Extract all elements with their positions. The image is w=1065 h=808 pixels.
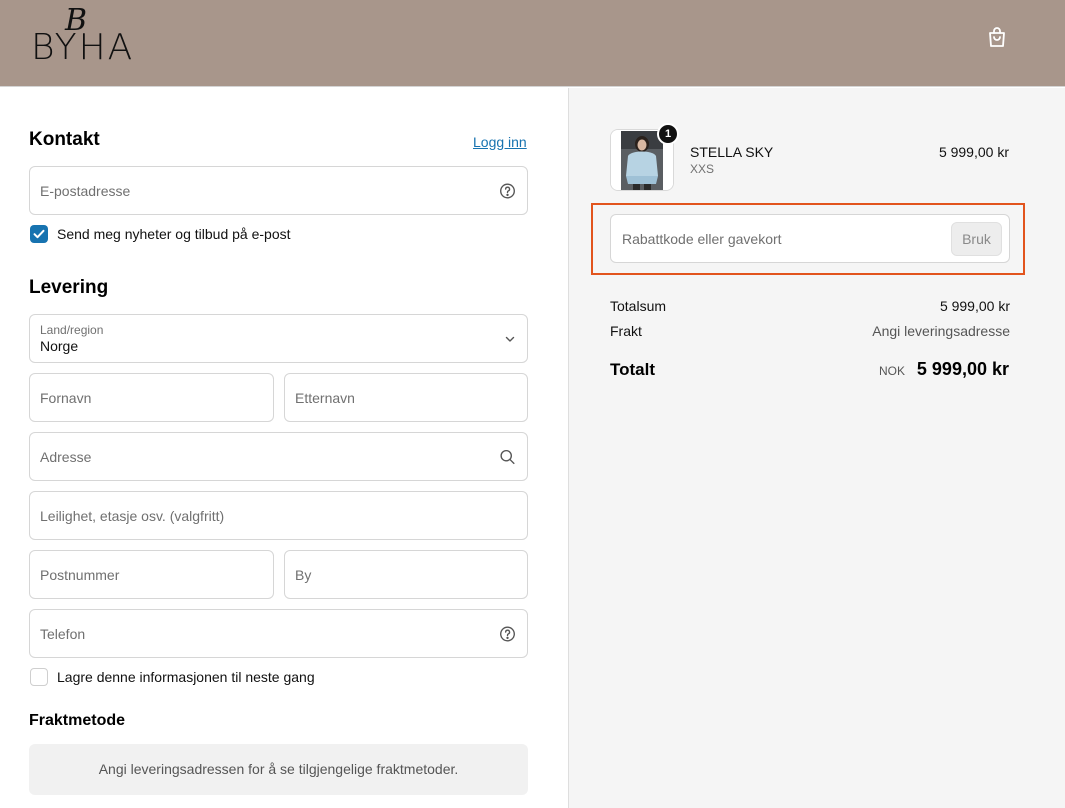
city-field[interactable]: By [284, 550, 528, 599]
address-placeholder: Adresse [40, 448, 92, 465]
total-amount: 5 999,00 kr [916, 359, 1009, 379]
product-name: STELLA SKY [690, 144, 774, 160]
chevron-down-icon [505, 336, 515, 342]
help-icon[interactable] [499, 182, 516, 199]
order-summary: 1 STELLA SKY XXS 5 999,00 kr Rabattkode … [568, 88, 1065, 808]
apply-discount-button[interactable]: Bruk [951, 222, 1002, 256]
shipping-value: Angi leveringsadresse [872, 323, 1010, 339]
country-label: Land/region [40, 323, 104, 337]
first-name-field[interactable]: Fornavn [29, 373, 274, 422]
shipping-label: Frakt [610, 323, 642, 339]
last-name-placeholder: Etternavn [295, 389, 355, 406]
quantity-badge: 1 [657, 123, 679, 145]
shopping-bag-icon[interactable] [985, 25, 1009, 49]
apartment-field[interactable]: Leilighet, etasje osv. (valgfritt) [29, 491, 528, 540]
product-variant: XXS [690, 162, 715, 176]
save-info-label: Lagre denne informasjonen til neste gang [57, 669, 315, 685]
checkmark-icon [33, 229, 45, 239]
address-field[interactable]: Adresse [29, 432, 528, 481]
byha-logo[interactable]: B BYHA [31, 6, 151, 70]
phone-field[interactable]: Telefon [29, 609, 528, 658]
newsletter-checkbox[interactable] [30, 225, 48, 243]
postal-code-field[interactable]: Postnummer [29, 550, 274, 599]
email-field[interactable]: E-postadresse [29, 166, 528, 215]
shipping-notice: Angi leveringsadressen for å se tilgjeng… [29, 744, 528, 795]
country-select[interactable]: Land/region Norge [29, 314, 528, 363]
shipping-row: Frakt Angi leveringsadresse [610, 323, 1010, 339]
checkout-form: Kontakt Logg inn E-postadresse Send meg … [0, 88, 568, 808]
phone-placeholder: Telefon [40, 625, 86, 642]
discount-placeholder: Rabattkode eller gavekort [622, 231, 782, 247]
first-name-placeholder: Fornavn [40, 389, 92, 406]
save-info-checkbox[interactable] [30, 668, 48, 686]
shipping-notice-text: Angi leveringsadressen for å se tilgjeng… [98, 761, 459, 777]
city-placeholder: By [295, 566, 312, 583]
subtotal-row: Totalsum 5 999,00 kr [610, 298, 1010, 314]
contact-heading: Kontakt [29, 129, 100, 150]
help-icon[interactable] [499, 625, 516, 642]
newsletter-label: Send meg nyheter og tilbud på e-post [57, 226, 291, 242]
logo-wordmark: BYHA [31, 27, 135, 68]
shipping-method-heading: Fraktmetode [29, 712, 126, 729]
product-price: 5 999,00 kr [938, 144, 1009, 160]
subtotal-label: Totalsum [610, 298, 667, 314]
total-label: Totalt [610, 360, 656, 379]
last-name-field[interactable]: Etternavn [284, 373, 528, 422]
postal-code-placeholder: Postnummer [40, 566, 120, 583]
login-link[interactable]: Logg inn [473, 134, 527, 150]
email-placeholder: E-postadresse [40, 182, 131, 199]
delivery-heading: Levering [29, 277, 109, 298]
search-icon [500, 449, 515, 464]
site-header: B BYHA [0, 0, 1065, 87]
subtotal-value: 5 999,00 kr [939, 298, 1010, 314]
total-currency: NOK [878, 364, 905, 378]
apartment-placeholder: Leilighet, etasje osv. (valgfritt) [40, 507, 225, 524]
discount-code-field[interactable]: Rabattkode eller gavekort Bruk [610, 214, 1010, 263]
country-value: Norge [40, 338, 79, 354]
